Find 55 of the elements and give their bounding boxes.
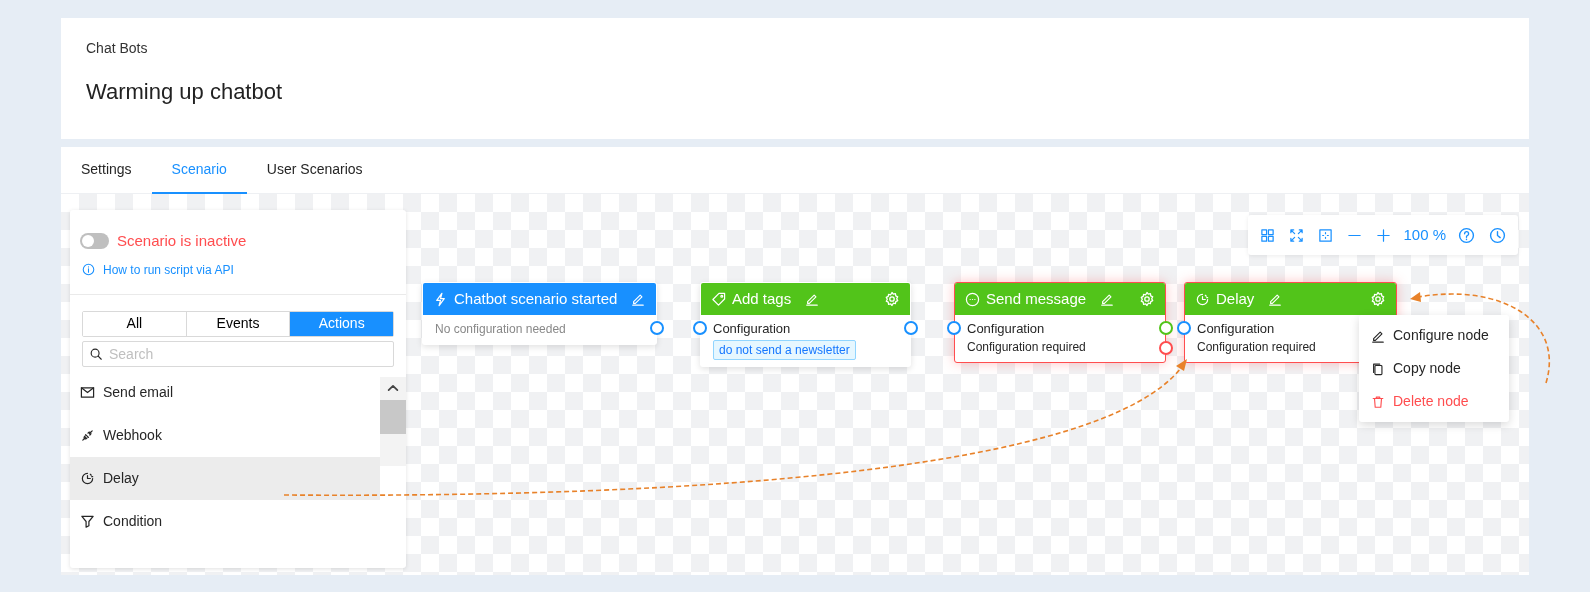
node-note: No configuration needed bbox=[435, 321, 567, 338]
settings-icon[interactable] bbox=[1370, 291, 1386, 307]
node-text: Configuration bbox=[713, 320, 791, 338]
node-card[interactable]: Chatbot scenario started No configuration needed bbox=[422, 282, 657, 345]
clock-icon bbox=[1195, 291, 1210, 307]
node-text: Configuration bbox=[967, 320, 1045, 338]
node-title: Send message bbox=[986, 288, 1087, 309]
node-text: Configuration required bbox=[1197, 339, 1316, 356]
output-port[interactable] bbox=[650, 321, 664, 335]
input-port[interactable] bbox=[1177, 321, 1191, 335]
action-item[interactable]: Webhook bbox=[70, 413, 380, 457]
edit-icon[interactable] bbox=[1268, 292, 1283, 306]
search-icon bbox=[89, 346, 103, 361]
tag-chip: do not send a newsletter bbox=[713, 340, 856, 360]
action-item[interactable]: Delay bbox=[70, 456, 380, 500]
edit-icon[interactable] bbox=[1100, 292, 1115, 306]
status-label: Scenario is inactive bbox=[117, 231, 247, 251]
edit-icon[interactable] bbox=[631, 292, 646, 306]
edit-icon[interactable] bbox=[805, 292, 820, 306]
mail-icon bbox=[80, 384, 95, 400]
node-text: Configuration required bbox=[967, 339, 1086, 356]
output-port[interactable] bbox=[904, 321, 918, 335]
filter-icon bbox=[80, 513, 95, 529]
node-card[interactable]: Add tags Configuration do not send a newsletter bbox=[700, 282, 911, 367]
tab[interactable]: User Scenarios bbox=[246, 147, 383, 194]
scrollbar-thumb[interactable] bbox=[380, 400, 406, 434]
zoom-level: 100 % bbox=[1403, 224, 1446, 245]
action-item[interactable]: Condition bbox=[70, 499, 380, 543]
input-port[interactable] bbox=[693, 321, 707, 335]
trash-icon bbox=[1371, 394, 1385, 409]
settings-icon[interactable] bbox=[884, 291, 900, 307]
action-item[interactable]: Send email bbox=[70, 370, 380, 414]
webhook-icon bbox=[80, 427, 95, 443]
node-title: Delay bbox=[1216, 288, 1255, 309]
toggle-switch[interactable] bbox=[80, 233, 109, 250]
node-card[interactable]: Send message Configuration Configuration required bbox=[954, 282, 1166, 363]
output-port[interactable] bbox=[1159, 341, 1173, 355]
breadcrumb: Chat Bots bbox=[86, 39, 149, 58]
scrollbar[interactable] bbox=[380, 377, 406, 466]
page-title: Warming up chatbot bbox=[86, 78, 284, 106]
search-field[interactable]: Search bbox=[82, 340, 394, 367]
lightning-icon bbox=[433, 291, 448, 307]
input-port[interactable] bbox=[947, 321, 961, 335]
copy-icon bbox=[1371, 361, 1385, 376]
settings-icon[interactable] bbox=[1139, 291, 1155, 307]
node-title: Chatbot scenario started bbox=[454, 288, 618, 309]
info-icon bbox=[82, 263, 95, 276]
node-title: Add tags bbox=[732, 288, 792, 309]
pencil-icon bbox=[1371, 328, 1385, 343]
tab[interactable]: Settings bbox=[61, 147, 152, 194]
output-port[interactable] bbox=[1159, 321, 1173, 335]
chat-icon bbox=[965, 291, 980, 307]
node-text: Configuration bbox=[1197, 320, 1275, 338]
tag-icon bbox=[711, 291, 726, 307]
clock-icon bbox=[80, 470, 95, 486]
